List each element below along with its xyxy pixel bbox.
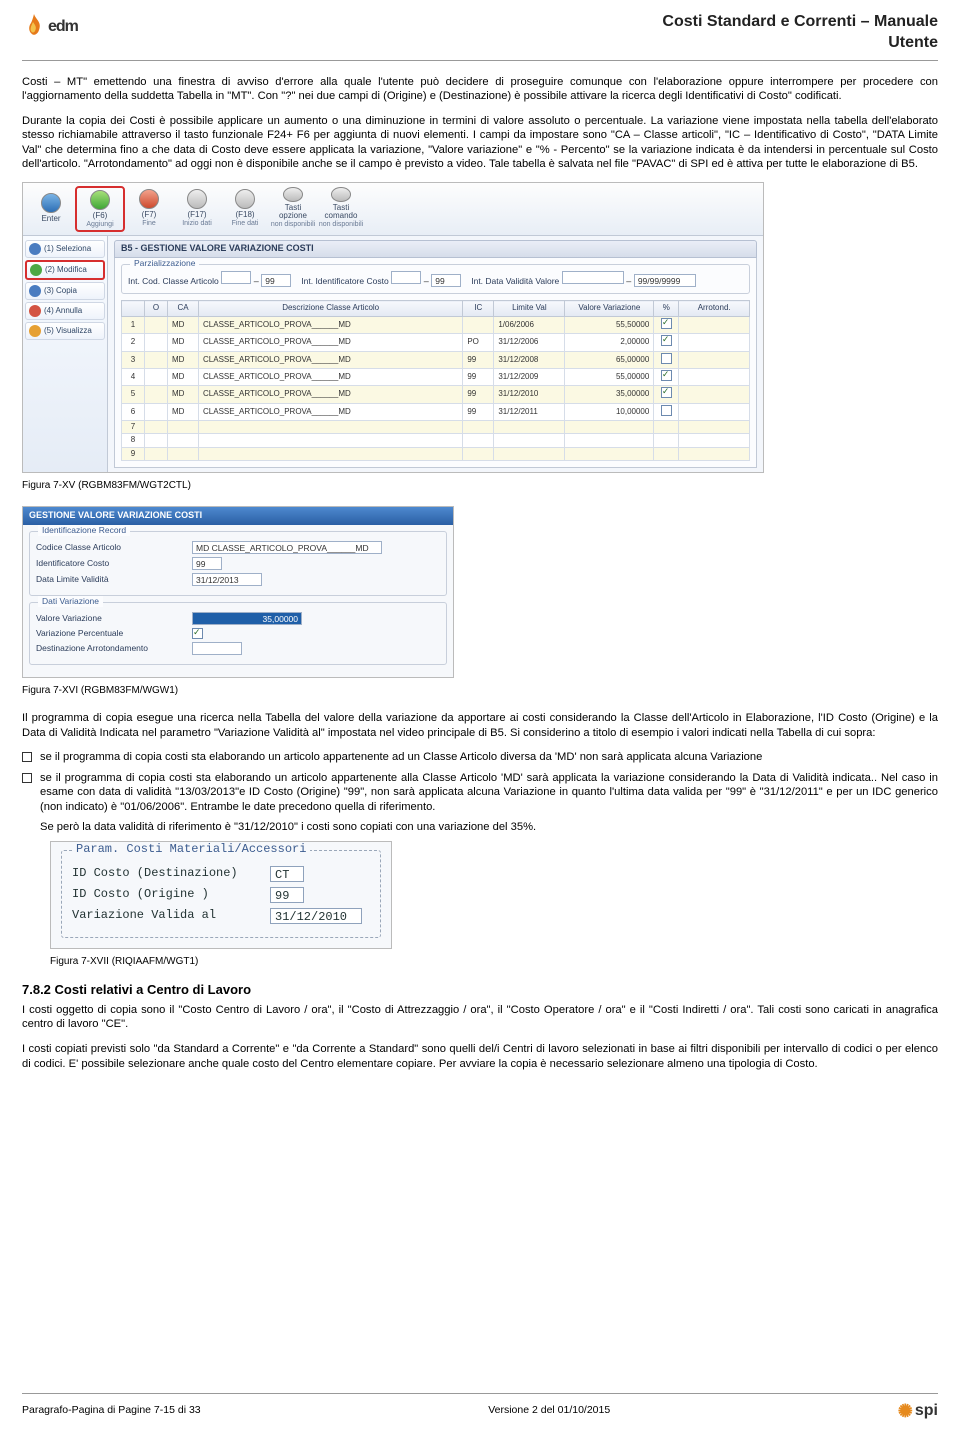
variazione-grid[interactable]: OCADescrizione Classe ArticoloICLimite V… [121,300,750,461]
toolbar-btn-F7[interactable]: (F7)Fine [125,186,173,230]
footer-mid: Versione 2 del 01/10/2015 [488,1404,610,1418]
bullet-2: se il programma di copia costi sta elabo… [40,771,938,835]
flame-icon [22,12,46,42]
paragraph-2: Durante la copia dei Costi è possibile a… [22,114,938,172]
edm-logo: edm [22,12,78,42]
screenshot-b5-grid: Enter(F6)Aggiungi(F7)Fine(F17)Inizio dat… [22,182,764,473]
paragraph-3: Il programma di copia esegue una ricerca… [22,711,938,740]
bullet-1: se il programma di copia costi sta elabo… [40,750,938,765]
screenshot-record-form: GESTIONE VALORE VARIAZIONE COSTI Identif… [22,506,454,678]
table-row[interactable]: 7 [122,421,750,434]
parzializzazione-group: Parzializzazione Int. Cod. Classe Artico… [121,264,750,295]
sidebar: (1) Seleziona (2) Modifica (3) Copia (4) An… [23,236,108,472]
toolbar-btn-F6[interactable]: (F6)Aggiungi [75,186,125,232]
data-from-input[interactable] [562,271,624,284]
sidebar-item[interactable]: (2) Modifica [25,260,105,280]
idcosto-from-input[interactable] [391,271,421,284]
paragraph-4: I costi oggetto di copia sono il "Costo … [22,1003,938,1032]
toolbar-btn-Tasti comando[interactable]: Tasti comandonon disponibili [317,186,365,230]
valore-variazione-field[interactable]: 35,00000 [192,612,302,625]
classe-to-input[interactable]: 99 [261,274,291,287]
sidebar-item[interactable]: (1) Seleziona [25,240,105,258]
table-row[interactable]: 1MDCLASSE_ARTICOLO_PROVA______MD1/06/200… [122,316,750,333]
toolbar: Enter(F6)Aggiungi(F7)Fine(F17)Inizio dat… [23,183,763,236]
bullet-list: se il programma di copia costi sta elabo… [22,750,938,835]
footer-left: Paragrafo-Pagina di Pagine 7-15 di 33 [22,1404,201,1418]
toolbar-btn-Tasti opzione[interactable]: Tasti opzionenon disponibili [269,186,317,230]
id-costo-field[interactable]: 99 [192,557,222,570]
logo-text: edm [48,17,78,38]
data-to-input[interactable]: 99/99/9999 [634,274,696,287]
dati-variazione-group: Dati Variazione Valore Variazione35,0000… [29,602,447,665]
page-header: edm Costi Standard e Correnti – Manuale … [22,12,938,61]
idcosto-to-input[interactable]: 99 [431,274,461,287]
toolbar-btn-F17[interactable]: (F17)Inizio dati [173,186,221,230]
sidebar-item[interactable]: (5) Visualizza [25,322,105,340]
paragraph-5: I costi copiati previsti solo "da Standa… [22,1042,938,1071]
arrotondamento-field[interactable] [192,642,242,655]
doc-title: Costi Standard e Correnti – Manuale Uten… [662,12,938,54]
data-limite-field[interactable]: 31/12/2013 [192,573,262,586]
table-row[interactable]: 8 [122,434,750,447]
ident-record-group: Identificazione Record Codice Classe Art… [29,531,447,596]
table-row[interactable]: 2MDCLASSE_ARTICOLO_PROVA______MDPO31/12/… [122,334,750,351]
form-title: GESTIONE VALORE VARIAZIONE COSTI [23,507,453,525]
table-row[interactable]: 6MDCLASSE_ARTICOLO_PROVA______MD9931/12/… [122,403,750,420]
screenshot-params: Param. Costi Materiali/Accessori ID Cost… [50,841,392,949]
variazione-valida-field[interactable]: 31/12/2010 [270,908,362,924]
table-row[interactable]: 4MDCLASSE_ARTICOLO_PROVA______MD9931/12/… [122,368,750,385]
section-heading-782: 7.8.2 Costi relativi a Centro di Lavoro [22,982,938,999]
toolbar-btn-F18[interactable]: (F18)Fine dati [221,186,269,230]
percentuale-checkbox[interactable] [192,628,203,639]
figure-caption-3: Figura 7-XVII (RIQIAAFM/WGT1) [50,955,938,968]
paragraph-1: Costi – MT" emettendo una finestra di av… [22,75,938,104]
figure-caption-1: Figura 7-XV (RGBM83FM/WGT2CTL) [22,479,938,492]
table-row[interactable]: 5MDCLASSE_ARTICOLO_PROVA______MD9931/12/… [122,386,750,403]
sidebar-item[interactable]: (3) Copia [25,282,105,300]
page-footer: Paragrafo-Pagina di Pagine 7-15 di 33 Ve… [22,1393,938,1423]
idcosto-orig-field[interactable]: 99 [270,887,304,903]
table-row[interactable]: 9 [122,447,750,460]
tab-header[interactable]: B5 - GESTIONE VALORE VARIAZIONE COSTI [114,240,757,258]
gear-icon: ✺ [898,1400,913,1423]
idcosto-dest-field[interactable]: CT [270,866,304,882]
toolbar-btn-Enter[interactable]: Enter [27,186,75,230]
classe-from-input[interactable] [221,271,251,284]
table-row[interactable]: 3MDCLASSE_ARTICOLO_PROVA______MD9931/12/… [122,351,750,368]
sidebar-item[interactable]: (4) Annulla [25,302,105,320]
classe-articolo-field[interactable]: MD CLASSE_ARTICOLO_PROVA______MD [192,541,382,554]
figure-caption-2: Figura 7-XVI (RGBM83FM/WGW1) [22,684,938,697]
spi-logo: ✺spi [898,1400,938,1423]
